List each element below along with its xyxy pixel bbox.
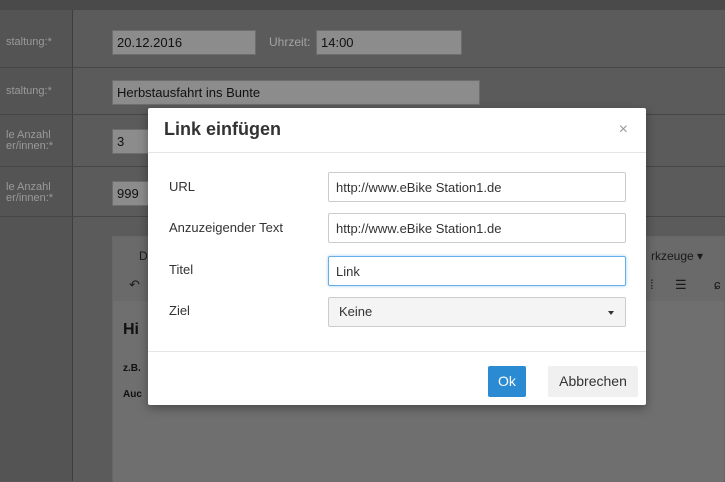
url-input[interactable] — [328, 172, 626, 202]
editor-heading: Hi — [123, 321, 139, 338]
event-title-input[interactable]: Herbstausfahrt ins Bunte — [112, 80, 480, 105]
title-input[interactable] — [328, 256, 626, 286]
link-icon[interactable]: ɕ — [714, 277, 721, 292]
outdent-icon[interactable]: ⁞ — [650, 277, 654, 292]
title-label: Titel — [169, 262, 194, 277]
label-event-name: staltung:* — [6, 86, 52, 97]
label-max-participants: le Anzahl er/innen:* — [6, 182, 54, 204]
time-label: Uhrzeit: — [269, 35, 311, 49]
target-label: Ziel — [169, 303, 190, 318]
min-participants-input[interactable]: 3 — [112, 129, 152, 154]
form-label-column — [0, 10, 73, 481]
label-min-participants: le Anzahl er/innen:* — [6, 130, 54, 152]
target-select-value: Keine — [339, 304, 373, 319]
editor-text-line: Auc — [123, 389, 142, 400]
top-strip — [0, 0, 725, 10]
close-icon[interactable]: × — [619, 121, 628, 139]
time-input[interactable]: 14:00 — [316, 30, 462, 55]
target-select[interactable]: Keine — [328, 297, 626, 327]
cancel-button[interactable]: Abbrechen — [548, 366, 638, 397]
insert-link-dialog: Link einfügen × URL Anzuzeigender Text T… — [148, 108, 646, 405]
url-label: URL — [169, 179, 196, 194]
indent-icon[interactable]: ☰ — [675, 277, 687, 293]
date-input[interactable]: 20.12.2016 — [112, 30, 256, 55]
dialog-title: Link einfügen — [164, 119, 281, 139]
display-text-input[interactable] — [328, 213, 626, 243]
undo-icon[interactable]: ↶ — [129, 277, 140, 293]
ok-button[interactable]: Ok — [488, 366, 526, 397]
row-divider — [0, 67, 725, 68]
display-text-label: Anzuzeigender Text — [169, 220, 283, 235]
dialog-header: Link einfügen × — [148, 108, 646, 153]
dialog-footer: Ok Abbrechen — [148, 351, 646, 406]
editor-text-line: z.B. — [123, 363, 141, 374]
editor-menu-tools[interactable]: rkzeuge ▾ — [651, 249, 703, 263]
label-date: staltung:* — [6, 37, 52, 48]
chevron-down-icon — [608, 311, 614, 315]
max-participants-input[interactable]: 999 — [112, 181, 152, 206]
